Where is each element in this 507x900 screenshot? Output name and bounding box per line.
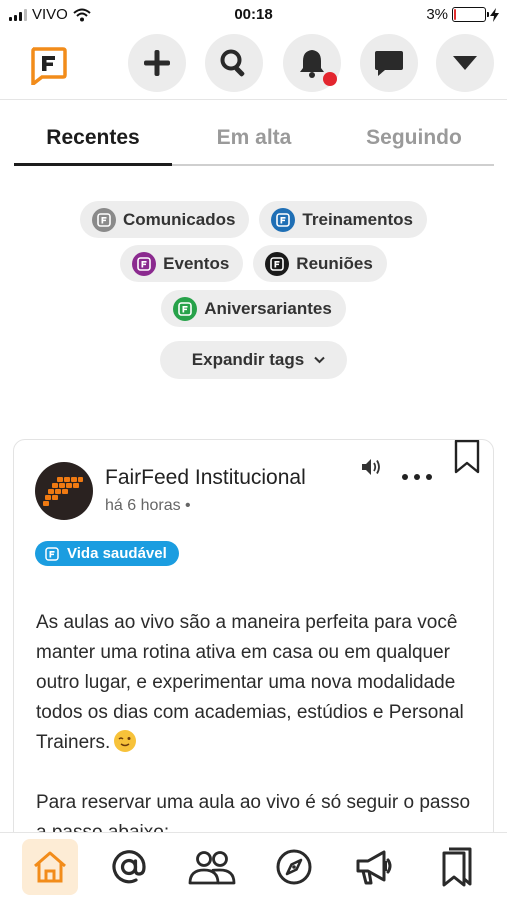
wink-emoji-icon xyxy=(114,730,137,752)
speaker-icon[interactable] xyxy=(360,456,384,478)
battery-icon xyxy=(452,7,489,22)
author-avatar[interactable] xyxy=(35,462,93,520)
tag-icon-treinamentos xyxy=(271,207,296,232)
tag-comunicados[interactable]: Comunicados xyxy=(80,201,250,238)
tag-treinamentos[interactable]: Treinamentos xyxy=(259,201,427,238)
people-icon xyxy=(188,851,236,885)
more-icon xyxy=(402,474,432,480)
fairfeed-logo[interactable] xyxy=(28,45,68,85)
tag-eventos[interactable]: Eventos xyxy=(120,245,244,282)
notification-badge xyxy=(323,72,337,86)
menu-dropdown-button[interactable] xyxy=(436,34,494,92)
nav-explore[interactable] xyxy=(266,839,322,895)
notifications-button[interactable] xyxy=(283,34,341,92)
search-icon xyxy=(220,49,245,77)
tag-label: Eventos xyxy=(163,253,230,273)
topic-icon xyxy=(45,546,59,561)
tag-reunioes[interactable]: Reuniões xyxy=(253,245,387,282)
battery-level xyxy=(454,9,456,20)
tag-icon-aniversariantes xyxy=(173,296,198,321)
home-icon xyxy=(34,851,66,883)
tag-icon-comunicados xyxy=(92,207,117,232)
tag-row-2: Eventos Reuniões xyxy=(0,245,507,282)
bookmark-icon xyxy=(442,847,472,887)
chat-icon xyxy=(375,51,403,76)
tab-recentes[interactable]: Recentes xyxy=(14,126,172,150)
tag-row-1: Comunicados Treinamentos xyxy=(0,201,507,238)
compass-icon xyxy=(276,849,312,885)
tag-row-3: Aniversariantes xyxy=(0,290,507,327)
tag-label: Treinamentos xyxy=(302,209,413,229)
active-tab-indicator xyxy=(14,163,172,166)
post-timestamp: há 6 horas • xyxy=(105,497,191,514)
feed-tabs: Recentes Em alta Seguindo xyxy=(14,118,494,166)
save-post-bookmark-icon[interactable] xyxy=(454,440,480,474)
tag-aniversariantes[interactable]: Aniversariantes xyxy=(161,290,346,327)
chevron-down-icon xyxy=(314,356,325,364)
chevron-down-icon xyxy=(453,56,477,70)
status-bar: VIVO 00:18 3% xyxy=(0,0,507,30)
tag-label: Comunicados xyxy=(123,209,236,229)
tag-label: Aniversariantes xyxy=(204,298,332,318)
tag-icon-reunioes xyxy=(265,251,290,276)
post-paragraph-text: As aulas ao vivo são a maneira perfeita … xyxy=(36,612,464,753)
tab-em-alta[interactable]: Em alta xyxy=(179,126,329,150)
nav-people[interactable] xyxy=(184,839,240,895)
bottom-navigation xyxy=(0,832,507,900)
status-right: 3% xyxy=(426,6,499,23)
post-paragraph: As aulas ao vivo são a maneira perfeita … xyxy=(36,608,476,758)
post-card: FairFeed Institucional há 6 horas • Vida… xyxy=(13,439,494,879)
app-screen: VIVO 00:18 3% Recentes Em alta Seguindo … xyxy=(0,0,507,900)
nav-announcements[interactable] xyxy=(348,839,404,895)
messages-button[interactable] xyxy=(360,34,418,92)
bell-icon xyxy=(300,50,324,78)
tag-icon-eventos xyxy=(132,251,157,276)
expand-tags-row: Expandir tags xyxy=(0,341,507,379)
topic-label: Vida saudável xyxy=(67,545,167,562)
tab-seguindo[interactable]: Seguindo xyxy=(334,126,494,150)
post-author[interactable]: FairFeed Institucional xyxy=(105,466,306,490)
plus-icon xyxy=(144,50,170,76)
expand-tags-button[interactable]: Expandir tags xyxy=(159,341,348,379)
add-post-button[interactable] xyxy=(128,34,186,92)
tag-label: Reuniões xyxy=(296,253,373,273)
nav-saved[interactable] xyxy=(429,839,485,895)
expand-tags-label: Expandir tags xyxy=(191,350,305,369)
search-button[interactable] xyxy=(205,34,263,92)
battery-percent: 3% xyxy=(426,6,448,23)
mention-icon xyxy=(112,850,146,884)
charging-icon xyxy=(490,7,499,22)
megaphone-icon xyxy=(356,850,392,885)
topic-badge[interactable]: Vida saudável xyxy=(35,541,179,566)
app-header xyxy=(0,30,507,100)
nav-mentions[interactable] xyxy=(101,839,157,895)
fairfeed-avatar-logo xyxy=(43,477,83,506)
more-options-button[interactable] xyxy=(401,460,433,488)
nav-home[interactable] xyxy=(22,839,78,895)
